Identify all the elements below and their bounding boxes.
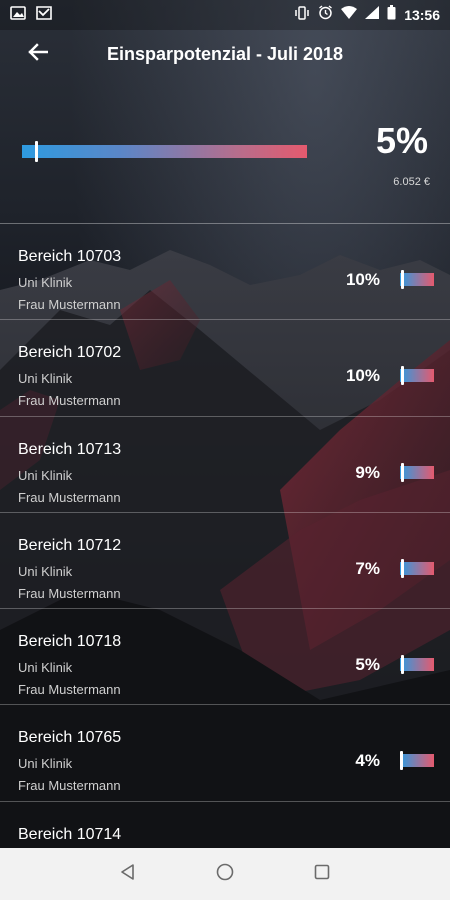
nav-home-button[interactable] bbox=[205, 854, 245, 894]
wifi-icon bbox=[341, 6, 358, 24]
list-item[interactable]: Bereich 10703 Uni Klinik Frau Mustermann… bbox=[0, 224, 450, 321]
area-subtitle: Uni Klinik bbox=[18, 371, 73, 387]
progress-marker bbox=[401, 366, 404, 386]
area-percent: 7% bbox=[355, 558, 380, 578]
area-person: Frau Mustermann bbox=[18, 778, 121, 794]
home-circle-icon bbox=[216, 863, 234, 886]
nav-recents-button[interactable] bbox=[302, 854, 342, 894]
area-progress-bar bbox=[400, 655, 434, 675]
area-subtitle: Uni Klinik bbox=[18, 660, 73, 676]
vibrate-icon bbox=[294, 5, 310, 25]
area-progress-bar bbox=[400, 751, 434, 771]
area-percent: 10% bbox=[345, 366, 380, 386]
progress-marker bbox=[401, 270, 404, 289]
list-item[interactable]: Bereich 10718 Uni Klinik Frau Mustermann… bbox=[0, 609, 450, 706]
back-button[interactable] bbox=[14, 30, 62, 78]
area-list: Bereich 10703 Uni Klinik Frau Mustermann… bbox=[0, 224, 450, 848]
app-bar: Einsparpotenzial - Juli 2018 bbox=[0, 30, 450, 78]
area-percent: 4% bbox=[355, 751, 380, 771]
area-percent: 9% bbox=[355, 462, 380, 482]
status-time: 13:56 bbox=[404, 7, 440, 23]
area-progress-bar bbox=[400, 462, 434, 482]
area-person: Frau Mustermann bbox=[18, 682, 121, 698]
area-subtitle: Uni Klinik bbox=[18, 275, 73, 290]
progress-marker bbox=[401, 655, 404, 675]
area-progress-bar bbox=[400, 366, 434, 386]
area-subtitle: Uni Klinik bbox=[18, 756, 73, 772]
progress-marker bbox=[401, 462, 404, 482]
area-progress-bar bbox=[400, 270, 434, 289]
area-title: Bereich 10702 bbox=[18, 344, 122, 362]
list-item[interactable]: Bereich 10713 Uni Klinik Frau Mustermann… bbox=[0, 417, 450, 513]
area-title: Bereich 10718 bbox=[18, 633, 122, 651]
area-title: Bereich 10703 bbox=[18, 248, 122, 265]
area-person: Frau Mustermann bbox=[18, 585, 121, 601]
total-amount: 6.052 € bbox=[393, 176, 430, 188]
progress-marker bbox=[401, 558, 404, 578]
total-percent: 5% bbox=[375, 120, 428, 161]
signal-icon bbox=[365, 6, 380, 24]
area-title: Bereich 10712 bbox=[18, 536, 122, 554]
summary-panel: 5% 6.052 € bbox=[0, 100, 450, 224]
alarm-icon bbox=[318, 5, 333, 25]
page-title: Einsparpotenzial - Juli 2018 bbox=[106, 43, 344, 64]
area-subtitle: Uni Klinik bbox=[18, 467, 73, 483]
battery-icon bbox=[387, 5, 396, 25]
area-progress-bar bbox=[400, 558, 434, 578]
navigation-bar bbox=[0, 848, 450, 900]
list-item[interactable]: Bereich 10702 Uni Klinik Frau Mustermann… bbox=[0, 320, 450, 417]
area-title: Bereich 10765 bbox=[18, 729, 122, 747]
progress-marker bbox=[35, 141, 38, 162]
image-icon bbox=[10, 5, 26, 25]
area-percent: 10% bbox=[345, 270, 380, 289]
area-person: Frau Mustermann bbox=[18, 393, 121, 409]
area-title: Bereich 10714 bbox=[18, 825, 122, 843]
list-item[interactable]: Bereich 10765 Uni Klinik Frau Mustermann… bbox=[0, 705, 450, 802]
back-triangle-icon bbox=[119, 863, 137, 886]
savings-progress-bar bbox=[22, 141, 307, 162]
arrow-left-icon bbox=[28, 42, 49, 66]
area-subtitle: Uni Klinik bbox=[18, 563, 73, 579]
status-bar: 13:56 bbox=[0, 0, 450, 30]
list-item[interactable]: Bereich 10712 Uni Klinik Frau Mustermann… bbox=[0, 513, 450, 610]
area-title: Bereich 10713 bbox=[18, 440, 122, 458]
area-person: Frau Mustermann bbox=[18, 297, 121, 312]
area-percent: 5% bbox=[355, 655, 380, 675]
inbox-icon bbox=[36, 5, 52, 25]
list-item[interactable]: Bereich 10714 bbox=[0, 802, 450, 848]
progress-marker bbox=[400, 751, 403, 771]
area-person: Frau Mustermann bbox=[18, 489, 121, 505]
app-screen: 13:56 Einsparpotenzial - Juli 2018 5% 6.… bbox=[0, 0, 450, 900]
recents-square-icon bbox=[314, 864, 330, 885]
nav-back-button[interactable] bbox=[108, 854, 148, 894]
